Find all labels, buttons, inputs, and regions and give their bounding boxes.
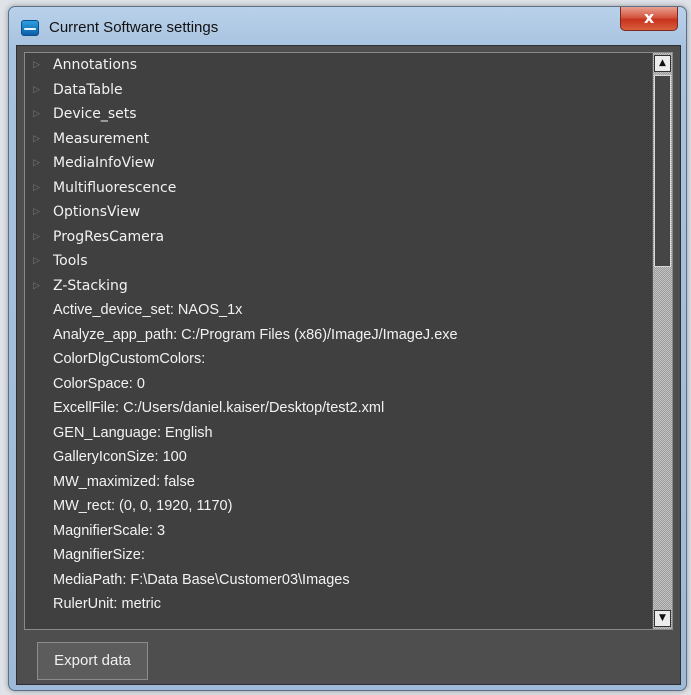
chevron-right-icon[interactable]: ▷ <box>33 200 40 225</box>
chevron-right-icon[interactable]: ▷ <box>33 274 40 299</box>
tree-item-setting[interactable]: MW_rect: (0, 0, 1920, 1170) <box>25 494 652 519</box>
tree-group-annotations[interactable]: ▷ Annotations <box>25 53 652 78</box>
tree-group-optionsview[interactable]: ▷ OptionsView <box>25 200 652 225</box>
tree-group-label: Tools <box>53 253 88 269</box>
tree-group-mediainfoview[interactable]: ▷ MediaInfoView <box>25 151 652 176</box>
tree-group-tools[interactable]: ▷ Tools <box>25 249 652 274</box>
tree-group-multifluorescence[interactable]: ▷ Multifluorescence <box>25 176 652 201</box>
tree-item-setting[interactable]: ExcellFile: C:/Users/daniel.kaiser/Deskt… <box>25 396 652 421</box>
tree-group-z-stacking[interactable]: ▷ Z-Stacking <box>25 274 652 299</box>
tree-item-setting[interactable]: MediaPath: F:\Data Base\Customer03\Image… <box>25 568 652 593</box>
vertical-scrollbar[interactable]: ▲ ▼ <box>652 53 672 629</box>
tree-item-setting[interactable]: RulerUnit: metric <box>25 592 652 617</box>
scroll-up-button[interactable]: ▲ <box>654 55 671 72</box>
tree-item-setting[interactable]: Active_device_set: NAOS_1x <box>25 298 652 323</box>
chevron-right-icon[interactable]: ▷ <box>33 151 40 176</box>
tree-group-progrescamera[interactable]: ▷ ProgResCamera <box>25 225 652 250</box>
chevron-right-icon[interactable]: ▷ <box>33 102 40 127</box>
tree-group-label: ProgResCamera <box>53 228 165 245</box>
tree-item-setting[interactable]: ColorSpace: 0 <box>25 372 652 397</box>
settings-window: Current Software settings x ▷ Annotations… <box>8 6 687 691</box>
tree-item-setting[interactable]: GalleryIconSize: 100 <box>25 445 652 470</box>
settings-tree[interactable]: ▷ Annotations ▷ DataTable ▷ Device_sets ▷ Me… <box>24 52 673 630</box>
scrollbar-thumb[interactable] <box>654 75 671 267</box>
window-client-area: ▷ Annotations ▷ DataTable ▷ Device_sets ▷ Me… <box>16 45 681 685</box>
tree-group-label: Z-Stacking <box>53 277 128 294</box>
app-icon <box>21 20 39 36</box>
window-title: Current Software settings <box>49 19 219 36</box>
scroll-down-button[interactable]: ▼ <box>654 610 671 627</box>
chevron-right-icon[interactable]: ▷ <box>33 225 40 250</box>
triangle-up-icon: ▲ <box>659 58 666 68</box>
tree-group-label: MediaInfoView <box>53 155 155 171</box>
tree-group-device-sets[interactable]: ▷ Device_sets <box>25 102 652 127</box>
settings-tree-list: ▷ Annotations ▷ DataTable ▷ Device_sets ▷ Me… <box>25 53 652 617</box>
tree-item-setting[interactable]: ColorDlgCustomColors: <box>25 347 652 372</box>
export-data-button[interactable]: Export data <box>37 642 148 680</box>
chevron-right-icon[interactable]: ▷ <box>33 176 40 201</box>
chevron-right-icon[interactable]: ▷ <box>33 53 40 78</box>
tree-item-setting[interactable]: GEN_Language: English <box>25 421 652 446</box>
tree-group-label: Measurement <box>53 130 150 147</box>
tree-item-setting[interactable]: MagnifierSize: <box>25 543 652 568</box>
close-icon: x <box>643 8 655 27</box>
tree-group-measurement[interactable]: ▷ Measurement <box>25 127 652 152</box>
tree-item-setting[interactable]: Analyze_app_path: C:/Program Files (x86)… <box>25 323 652 348</box>
chevron-right-icon[interactable]: ▷ <box>33 78 40 103</box>
tree-group-label: Device_sets <box>53 106 137 122</box>
chevron-right-icon[interactable]: ▷ <box>33 127 40 152</box>
tree-group-datatable[interactable]: ▷ DataTable <box>25 78 652 103</box>
tree-group-label: Multifluorescence <box>53 179 177 196</box>
close-button[interactable]: x <box>620 7 678 31</box>
tree-item-setting[interactable]: MW_maximized: false <box>25 470 652 495</box>
triangle-down-icon: ▼ <box>659 613 666 623</box>
chevron-right-icon[interactable]: ▷ <box>33 249 40 274</box>
tree-group-label: Annotations <box>53 57 138 73</box>
tree-group-label: DataTable <box>53 81 123 98</box>
tree-item-setting[interactable]: MagnifierScale: 3 <box>25 519 652 544</box>
title-bar[interactable]: Current Software settings x <box>9 7 686 45</box>
tree-group-label: OptionsView <box>53 204 141 220</box>
